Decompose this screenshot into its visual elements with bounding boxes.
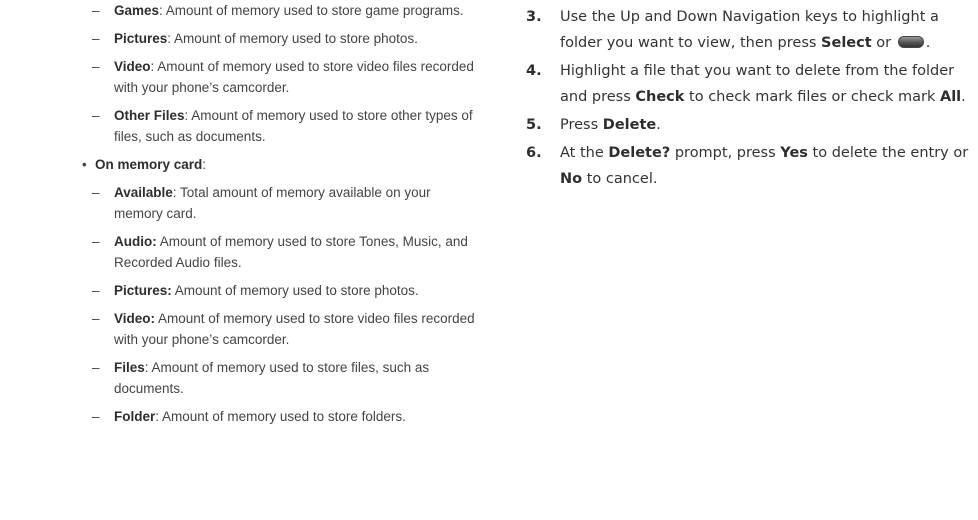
description: Amount of memory used to store files, su… (114, 360, 430, 396)
description: Amount of memory used to store photos. (171, 31, 418, 46)
term: Folder (114, 409, 156, 424)
all-key-label: All (939, 89, 962, 105)
dash: – (92, 31, 100, 46)
check-key-label: Check (635, 89, 685, 105)
list-item-pictures: – Pictures: Amount of memory used to sto… (82, 28, 482, 49)
list-item-audio: – Audio: Amount of memory used to store … (82, 231, 482, 273)
description: Amount of memory used to store video fil… (114, 311, 475, 347)
term: Video: (114, 311, 156, 326)
dash: – (92, 3, 100, 18)
select-key-label: Select (821, 35, 872, 51)
right-column: 3. Use the Up and Down Navigation keys t… (526, 4, 976, 194)
yes-key-label: Yes (780, 145, 808, 161)
no-key-label: No (560, 171, 583, 187)
dash: – (92, 108, 100, 123)
delete-key-label: Delete (602, 117, 657, 133)
term: Pictures (114, 31, 168, 46)
step-4: 4. Highlight a file that you want to del… (526, 58, 976, 110)
term: Games (114, 3, 160, 18)
term: Video (114, 59, 151, 74)
step-6: 6. At the Delete? prompt, press Yes to d… (526, 140, 976, 192)
dash: – (92, 234, 100, 249)
step-5: 5. Press Delete. (526, 112, 976, 138)
heading-term: On memory card (95, 157, 203, 172)
list-item-other-files: – Other Files: Amount of memory used to … (82, 105, 482, 147)
select-key-icon (897, 36, 924, 48)
step-number: 6. (526, 145, 542, 161)
dash: – (92, 59, 100, 74)
list-item-card-video: – Video: Amount of memory used to store … (82, 308, 482, 350)
list-item-games: – Games: Amount of memory used to store … (82, 0, 482, 21)
dash: – (92, 409, 100, 424)
term: Other Files (114, 108, 185, 123)
dash: – (92, 311, 100, 326)
left-column: – Games: Amount of memory used to store … (82, 0, 482, 434)
term: Pictures: (114, 283, 172, 298)
description: Amount of memory used to store video fil… (114, 59, 474, 95)
step-number: 5. (526, 117, 542, 133)
description: Amount of memory used to store folders. (159, 409, 406, 424)
list-item-available: – Available: Total amount of memory avai… (82, 182, 482, 224)
list-item-card-pictures: – Pictures: Amount of memory used to sto… (82, 280, 482, 301)
description: Amount of memory used to store game prog… (162, 3, 464, 18)
delete-prompt-label: Delete? (608, 145, 671, 161)
step-number: 3. (526, 9, 542, 25)
step-number: 4. (526, 63, 542, 79)
memory-card-heading: • On memory card: (82, 154, 482, 175)
term: Audio: (114, 234, 157, 249)
list-item-folder: – Folder: Amount of memory used to store… (82, 406, 482, 427)
dash: – (92, 185, 100, 200)
description: Amount of memory used to store photos. (171, 283, 419, 298)
step-3: 3. Use the Up and Down Navigation keys t… (526, 4, 976, 56)
bullet: • (82, 157, 87, 172)
list-item-video: – Video: Amount of memory used to store … (82, 56, 482, 98)
dash: – (92, 283, 100, 298)
term: Available (114, 185, 173, 200)
dash: – (92, 360, 100, 375)
term: Files (114, 360, 145, 375)
list-item-files: – Files: Amount of memory used to store … (82, 357, 482, 399)
description: Amount of memory used to store Tones, Mu… (114, 234, 468, 270)
